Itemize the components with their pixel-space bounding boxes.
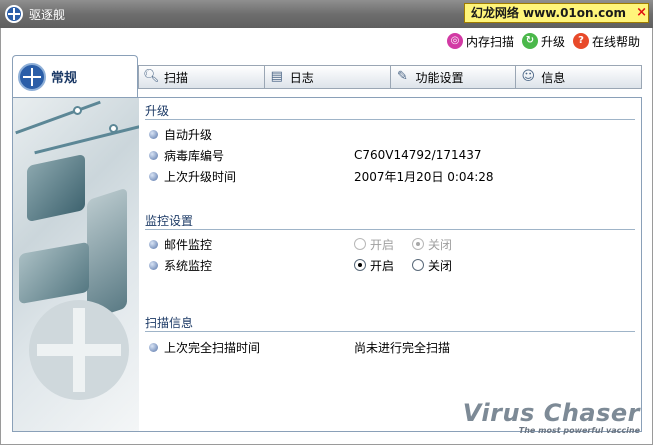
magnifier-icon: 🔍︎ — [143, 69, 160, 84]
mail-monitor-on-radio[interactable]: 开启 — [354, 236, 394, 253]
tab-settings[interactable]: ✎ 功能设置 — [390, 65, 517, 89]
radio-circle — [354, 259, 366, 271]
last-full-scan-value: 尚未进行完全扫描 — [354, 340, 451, 355]
tab-strip: 🔍︎ 扫描 ▤ 日志 ✎ 功能设置 ☺ 信息 — [138, 65, 642, 89]
memory-scan-label: 内存扫描 — [465, 34, 514, 49]
row-mail-monitor: 邮件监控 开启 关闭 — [149, 235, 629, 253]
memory-scan-icon: ◎ — [446, 33, 463, 49]
auto-upgrade-label: 自动升级 — [164, 127, 213, 142]
main-window: ◎ 内存扫描 ↻ 升级 ? 在线帮助 常规 🔍︎ 扫描 ▤ 日志 ✎ 功能设置 … — [0, 28, 653, 445]
radio-label: 关闭 — [428, 258, 453, 273]
top-links: ◎ 内存扫描 ↻ 升级 ? 在线帮助 — [446, 32, 640, 50]
row-auto-upgrade: 自动升级 — [149, 125, 629, 143]
system-monitor-on-radio[interactable]: 开启 — [354, 257, 394, 274]
mail-monitor-off-radio[interactable]: 关闭 — [412, 236, 452, 253]
decor-wire — [15, 100, 101, 135]
sidebar-art — [13, 98, 139, 431]
general-icon — [18, 62, 46, 91]
row-system-monitor: 系统监控 开启 关闭 — [149, 256, 629, 274]
settings-content: 升级 自动升级 病毒库编号 C760V14792/171437 上次升级时间 2… — [139, 98, 641, 431]
section-title-upgrade: 升级 — [145, 104, 170, 118]
section-title-monitor: 监控设置 — [145, 214, 194, 228]
content-panel: 升级 自动升级 病毒库编号 C760V14792/171437 上次升级时间 2… — [12, 97, 642, 432]
keyboard-key-image — [27, 153, 85, 223]
bullet-icon — [149, 171, 158, 181]
tab-log[interactable]: ▤ 日志 — [264, 65, 391, 89]
last-upgrade-value: 2007年1月20日 0:04:28 — [354, 169, 494, 184]
site-watermark: 幻龙网络 www.01on.com — [463, 3, 649, 23]
system-monitor-off-radio[interactable]: 关闭 — [412, 257, 452, 274]
bullet-icon — [149, 342, 158, 352]
bullet-icon — [149, 129, 158, 139]
memory-scan-link[interactable]: ◎ 内存扫描 — [446, 33, 514, 50]
tab-scan[interactable]: 🔍︎ 扫描 — [138, 65, 265, 89]
upgrade-link[interactable]: ↻ 升级 — [521, 33, 565, 50]
tab-info-label: 信息 — [541, 70, 566, 85]
radio-circle — [412, 238, 425, 250]
brand-tagline: The most powerful vaccine — [518, 426, 640, 435]
brand-name: Virus Chaser — [462, 399, 640, 427]
tab-scan-label: 扫描 — [164, 70, 189, 85]
window-title: 驱逐舰 — [29, 8, 66, 22]
row-last-full-scan: 上次完全扫描时间 尚未进行完全扫描 — [149, 338, 629, 356]
decor-node — [109, 124, 118, 133]
help-icon: ? — [572, 33, 589, 49]
brand-cross-watermark — [29, 300, 129, 400]
section-title-scan-info: 扫描信息 — [145, 316, 194, 330]
title-bar: 驱逐舰 幻龙网络 www.01on.com × — [0, 0, 653, 28]
system-monitor-radios: 开启 关闭 — [354, 257, 452, 274]
app-logo-icon — [5, 5, 23, 23]
upgrade-label: 升级 — [540, 34, 565, 49]
tab-general-label: 常规 — [51, 71, 78, 86]
tab-info[interactable]: ☺ 信息 — [516, 65, 642, 89]
section-divider — [145, 331, 635, 332]
keyboard-key-image — [19, 241, 89, 305]
wrench-icon: ✎ — [397, 69, 408, 84]
radio-circle — [354, 238, 366, 250]
online-help-link[interactable]: ? 在线帮助 — [572, 33, 640, 50]
tab-settings-label: 功能设置 — [415, 70, 464, 85]
mail-monitor-radios: 开启 关闭 — [354, 236, 452, 253]
last-full-scan-label: 上次完全扫描时间 — [164, 340, 261, 355]
brand-logo: Virus Chaser The most powerful vaccine — [463, 400, 640, 435]
radio-label: 关闭 — [428, 237, 453, 252]
close-icon[interactable]: × — [636, 3, 647, 23]
radio-label: 开启 — [370, 237, 395, 252]
online-help-label: 在线帮助 — [591, 34, 640, 49]
section-divider — [145, 119, 635, 120]
notebook-icon: ▤ — [270, 69, 283, 84]
tab-log-label: 日志 — [289, 70, 314, 85]
last-upgrade-label: 上次升级时间 — [164, 169, 237, 184]
radio-circle — [412, 259, 425, 271]
system-monitor-label: 系统监控 — [164, 258, 213, 273]
virus-db-label: 病毒库编号 — [164, 148, 225, 163]
bullet-icon — [149, 239, 158, 249]
bullet-icon — [149, 260, 158, 270]
keyboard-key-image — [87, 187, 127, 321]
bullet-icon — [149, 150, 158, 160]
tab-general[interactable]: 常规 — [12, 55, 138, 97]
decor-node — [73, 106, 82, 115]
row-last-upgrade: 上次升级时间 2007年1月20日 0:04:28 — [149, 167, 629, 185]
section-divider — [145, 229, 635, 230]
upgrade-icon: ↻ — [521, 33, 538, 49]
mail-monitor-label: 邮件监控 — [164, 237, 213, 252]
row-virus-db-version: 病毒库编号 C760V14792/171437 — [149, 146, 629, 164]
virus-db-value: C760V14792/171437 — [354, 148, 482, 162]
person-icon: ☺ — [521, 69, 536, 84]
radio-label: 开启 — [370, 258, 395, 273]
decor-wire — [34, 124, 139, 155]
